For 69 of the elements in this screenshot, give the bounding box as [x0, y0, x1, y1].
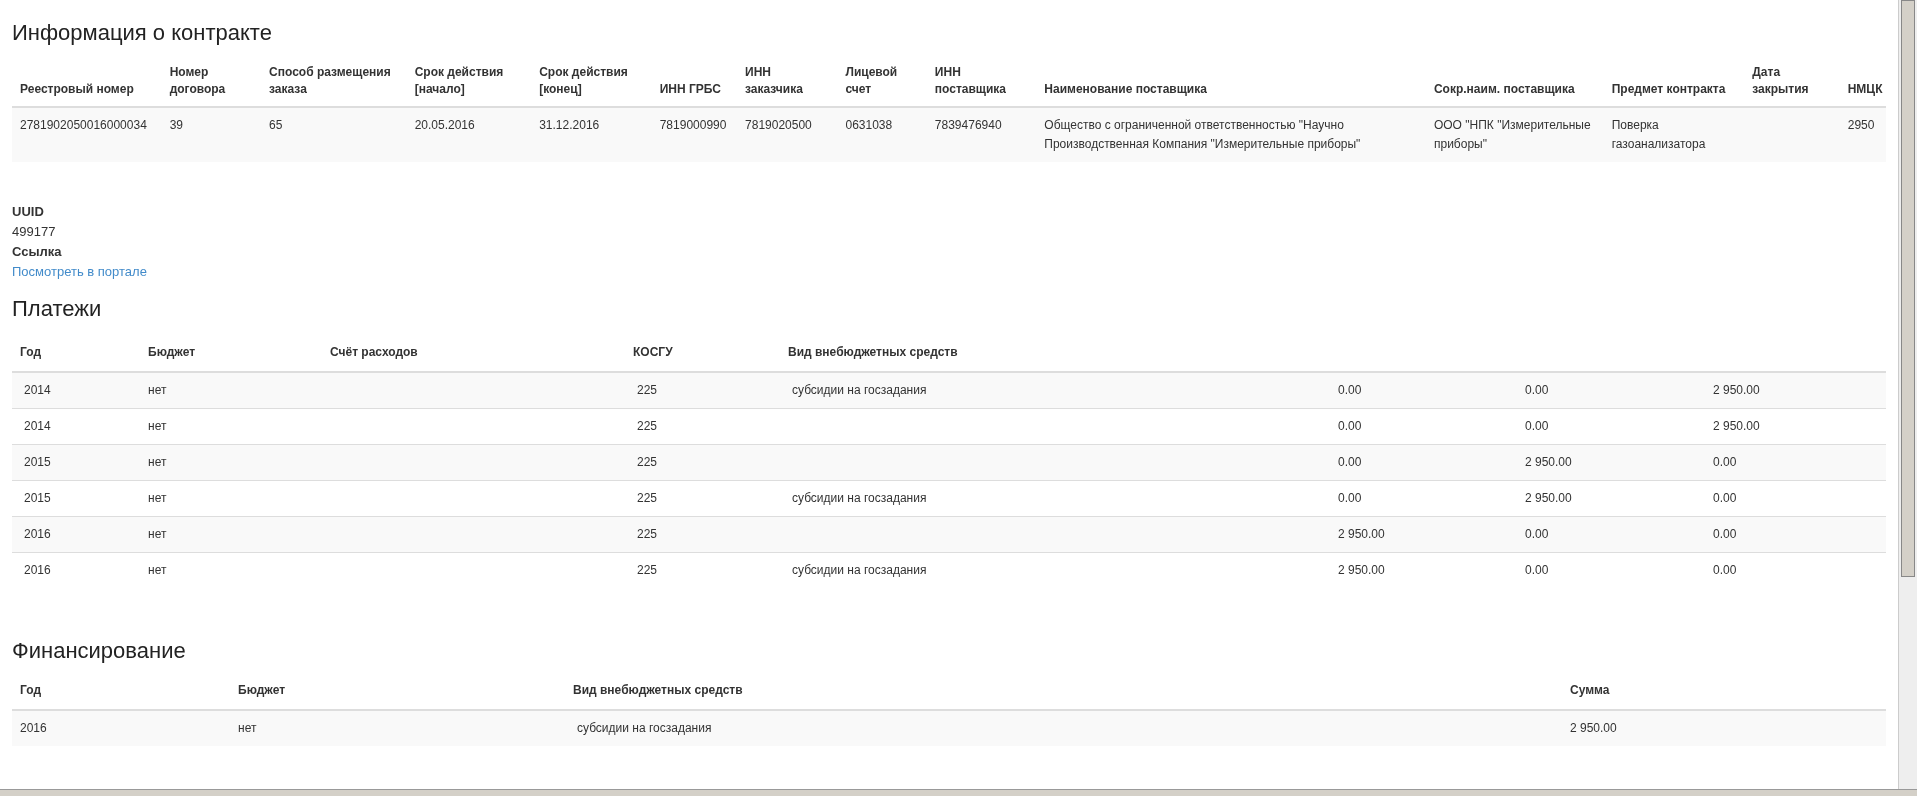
table-cell: 39 [169, 118, 183, 132]
table-cell: 0.00 [1713, 527, 1737, 541]
field-value: 499177 [12, 223, 57, 241]
table-cell: Общество с ограниченной ответственностью "Научно Производственная Компания "Измерительные приборы" [1044, 118, 1361, 151]
field-label: UUID [12, 203, 45, 221]
table-cell: 0.00 [1713, 455, 1737, 469]
table-cell: 2016 [24, 527, 51, 541]
section-title: Финансирование [12, 637, 187, 665]
table-cell: нет [148, 491, 167, 505]
table-cell: 225 [637, 527, 658, 541]
table-cell: субсидии на госзадания [792, 491, 927, 505]
table-cell: 2015 [24, 491, 51, 505]
table-cell: субсидии на госзадания [577, 721, 712, 735]
table-cell: 2 950.00 [1713, 383, 1760, 397]
table-cell: 2014 [24, 383, 51, 397]
table-cell: 0.00 [1338, 419, 1362, 433]
section-title: Платежи [12, 295, 103, 323]
table-cell: 0.00 [1338, 455, 1362, 469]
table-cell: 7819000990 [659, 118, 727, 132]
table-cell: 0.00 [1338, 491, 1362, 505]
table-cell: ООО "НПК "Измерительные приборы" [1433, 118, 1591, 151]
table-cell: 2015 [24, 455, 51, 469]
table-cell: 2 950.00 [1525, 455, 1572, 469]
table-cell: 2016 [20, 721, 47, 735]
table-cell: 65 [269, 118, 283, 132]
scrollbar[interactable] [1898, 0, 1917, 790]
table-cell: 7819020500 [745, 118, 812, 132]
table-cell: 2 950.00 [1338, 563, 1385, 577]
table-cell: 0.00 [1525, 383, 1549, 397]
table-cell: нет [148, 455, 167, 469]
table-cell: 2 950.00 [1338, 527, 1385, 541]
table-cell: 2016 [24, 563, 51, 577]
column-header: Счёт расходов [330, 345, 418, 359]
table-cell: нет [148, 419, 167, 433]
column-header: Вид внебюджетных средств [788, 345, 958, 359]
table-cell: субсидии на госзадания [792, 383, 927, 397]
table-cell: 2950 [1847, 118, 1875, 132]
table-cell: 2014 [24, 419, 51, 433]
table-cell: 0.00 [1713, 563, 1737, 577]
field-label: Ссылка [12, 243, 63, 261]
column-header: КОСГУ [633, 345, 673, 359]
table-cell: 2781902050016000034 [20, 118, 147, 132]
table-cell: 225 [637, 491, 658, 505]
table-cell: нет [148, 527, 167, 541]
table-cell: нет [148, 383, 167, 397]
table-cell: 0631038 [845, 118, 893, 132]
table-cell: 225 [637, 563, 658, 577]
section-title: Информация о контракте [12, 19, 273, 47]
portal-link[interactable]: Посмотреть в портале [12, 264, 147, 279]
table-cell: Поверка газоанализатора [1611, 118, 1706, 151]
table-cell: 7839476940 [934, 118, 1002, 132]
table-cell: 0.00 [1525, 527, 1549, 541]
table-cell: 0.00 [1525, 419, 1549, 433]
table-cell: нет [148, 563, 167, 577]
table-cell: 31.12.2016 [539, 118, 600, 132]
table-cell: 2 950.00 [1525, 491, 1572, 505]
table-cell: 20.05.2016 [414, 118, 475, 132]
table-cell: 0.00 [1525, 563, 1549, 577]
table-cell: 225 [637, 455, 658, 469]
table-cell: субсидии на госзадания [792, 563, 927, 577]
table-cell: 0.00 [1713, 491, 1737, 505]
column-header: Бюджет [148, 345, 196, 359]
table-cell: 225 [637, 383, 658, 397]
table-cell: 2 950.00 [1713, 419, 1760, 433]
table-cell: 225 [637, 419, 658, 433]
column-header: Год [20, 345, 41, 359]
table-cell: 2 950.00 [1570, 721, 1617, 735]
table-cell: нет [238, 721, 257, 735]
table-cell: 0.00 [1338, 383, 1362, 397]
